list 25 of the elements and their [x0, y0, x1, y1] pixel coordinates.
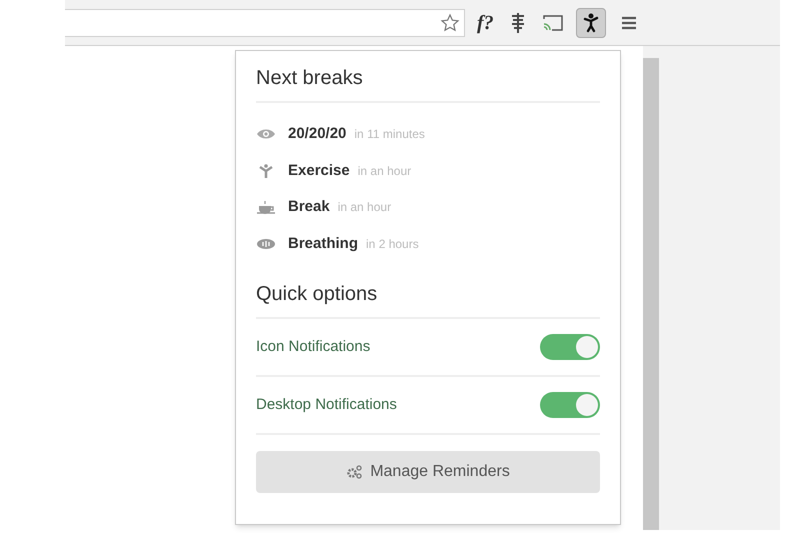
address-field[interactable] — [65, 8, 465, 36]
break-name: Breathing — [288, 234, 358, 254]
extension-button[interactable] — [576, 8, 606, 38]
cup-icon — [256, 200, 276, 214]
break-name: 20/20/20 — [288, 124, 346, 144]
option-label: Icon Notifications — [256, 336, 370, 357]
gears-icon — [346, 465, 362, 479]
eye-icon — [256, 127, 276, 142]
section-title: Quick options — [256, 279, 600, 319]
break-name: Exercise — [288, 160, 350, 180]
break-time: in an hour — [338, 199, 392, 216]
figure-icon — [582, 12, 599, 32]
break-time: in 11 minutes — [354, 126, 425, 144]
menu-icon[interactable] — [622, 16, 636, 30]
toggle-switch[interactable] — [540, 392, 600, 418]
section-title: Next breaks — [256, 63, 600, 103]
break-name: Break — [288, 197, 330, 217]
font-button[interactable]: f? — [477, 8, 494, 38]
manage-reminders-button[interactable]: Manage Reminders — [256, 451, 600, 493]
option-label: Desktop Notifications — [256, 394, 397, 415]
break-time: in an hour — [358, 162, 412, 180]
star-icon[interactable] — [440, 12, 460, 32]
cast-icon[interactable] — [542, 14, 564, 32]
toggle-switch[interactable] — [540, 334, 600, 360]
break-time: in 2 hours — [366, 236, 419, 253]
